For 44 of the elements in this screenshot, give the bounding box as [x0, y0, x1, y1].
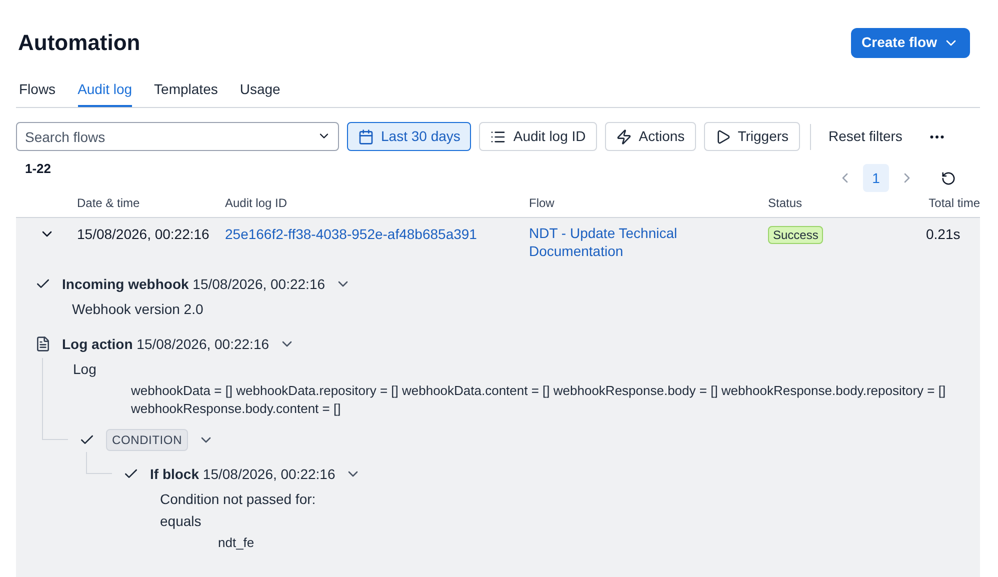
page-button[interactable]: 1: [863, 164, 889, 192]
filter-button[interactable]: Triggers: [704, 122, 800, 151]
column-header: Flow: [529, 195, 556, 212]
create-flow-button[interactable]: Create flow: [850, 28, 970, 58]
page-title: Automation: [18, 29, 140, 57]
column-header: Status: [768, 195, 804, 212]
condition-tag: CONDITION: [106, 429, 188, 451]
column-header: Audit log ID: [225, 195, 288, 212]
step-time: 15/08/2026, 00:22:16: [202, 466, 336, 482]
tab[interactable]: Flows: [19, 79, 56, 107]
reset-filters-button[interactable]: Reset filters: [818, 126, 912, 147]
flow-link[interactable]: NDT - Update Technical Documentation: [529, 224, 689, 260]
step-title: If block: [150, 466, 200, 482]
step-title: Log action: [62, 336, 133, 352]
play-icon: [714, 128, 731, 144]
step-detail: Log: [73, 360, 98, 378]
list-icon: [490, 128, 506, 144]
calendar-icon: [358, 128, 374, 144]
audit-id-link[interactable]: 25e166f2-ff38-4038-952e-af48b685a391: [225, 224, 529, 245]
step-detail: Condition not passed for:: [160, 490, 317, 508]
column-header: Date & time: [77, 195, 141, 212]
step-title: Incoming webhook: [62, 276, 189, 292]
column-header: Total time: [928, 195, 980, 212]
document-icon: [35, 336, 51, 352]
connector-line: [86, 452, 112, 474]
lightning-icon: [616, 128, 632, 144]
table-cell-text: 0.21s: [926, 225, 962, 244]
status-badge: Success: [768, 226, 824, 244]
step-time: 15/08/2026, 00:22:16: [192, 276, 326, 292]
step-time: 15/08/2026, 00:22:16: [136, 336, 270, 352]
filter-button[interactable]: Last 30 days: [347, 122, 472, 151]
refresh-icon[interactable]: [941, 170, 956, 186]
step-detail: equals: [160, 512, 202, 530]
filter-button[interactable]: Audit log ID: [479, 122, 597, 151]
filter-button[interactable]: Actions: [604, 122, 696, 151]
step-detail: ndt_fe: [217, 534, 256, 552]
result-range: 1-22: [25, 160, 52, 178]
tab[interactable]: Audit log: [78, 79, 132, 107]
tab[interactable]: Templates: [154, 79, 218, 107]
step-detail: Webhook version 2.0: [72, 300, 204, 318]
tab[interactable]: Usage: [240, 79, 280, 107]
table-cell-text: 15/08/2026, 00:22:16: [77, 225, 210, 244]
search-field[interactable]: Search flows: [16, 122, 339, 151]
step-detail: webhookData = [] webhookData.repository = [] webhookData.content = [] webhookResponse.body = [] webhookResponse.body.repository = [] webhookResponse.body.content = []: [130, 382, 947, 418]
